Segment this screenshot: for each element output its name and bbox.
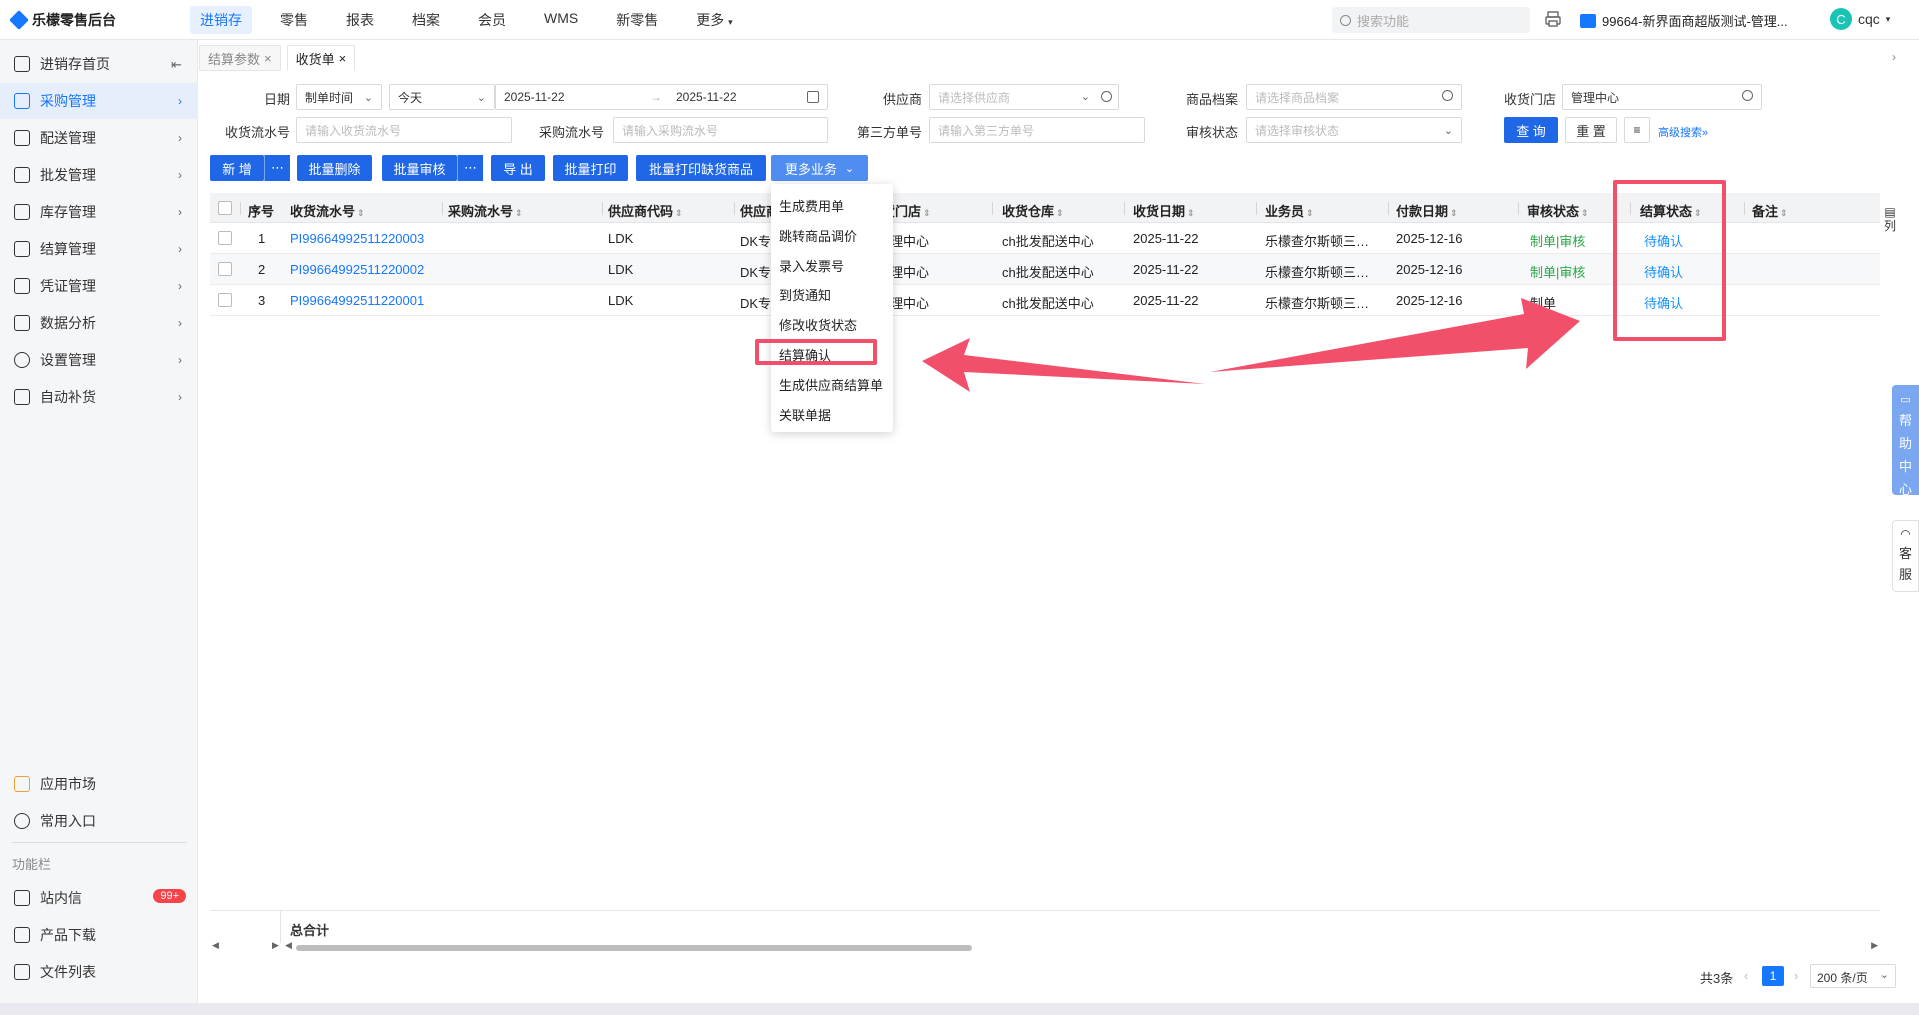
customer-service-button[interactable]: ◠ 客 服: [1892, 520, 1919, 592]
pager-current-page[interactable]: 1: [1762, 966, 1784, 986]
arrow-left-annotation: [922, 338, 1205, 392]
scroll-left-icon-2[interactable]: ▶: [272, 940, 279, 951]
service-char: 客: [1898, 546, 1912, 561]
total-label: 总合计: [290, 923, 330, 938]
scroll-left-icon-3[interactable]: ◀: [285, 940, 292, 951]
pager-prev-icon[interactable]: ‹: [1744, 968, 1748, 983]
os-taskbar: [0, 1003, 1919, 1015]
help-center-button[interactable]: ▭ 帮 助 中 心: [1892, 385, 1919, 497]
page-size-select[interactable]: 200 条/页 ⌄: [1810, 964, 1896, 988]
page-size-value: 200 条/页: [1817, 971, 1868, 985]
scroll-right-icon[interactable]: ▶: [1871, 940, 1878, 951]
pager-next-icon[interactable]: ›: [1794, 968, 1798, 983]
pager-total: 共3条: [1700, 971, 1734, 986]
help-char: 帮: [1898, 413, 1912, 428]
tabs-scroll-right-icon[interactable]: ›: [1892, 50, 1896, 64]
help-char: 助: [1898, 436, 1912, 451]
chat-icon: ▭: [1900, 394, 1911, 406]
help-char: 心: [1898, 482, 1912, 497]
scroll-left-icon[interactable]: ◀: [212, 940, 219, 951]
annotation-arrows: [922, 298, 1580, 392]
help-char: 中: [1898, 459, 1912, 474]
arrow-right-annotation: [1210, 298, 1580, 372]
vertical-divider: [280, 911, 281, 943]
service-char: 服: [1898, 567, 1912, 582]
scrollbar-thumb[interactable]: [296, 945, 972, 951]
total-row: 总合计: [210, 910, 1880, 943]
horizontal-scrollbar[interactable]: ◀ ▶ ◀ ▶: [210, 940, 1880, 954]
chevron-down-icon: ⌄: [1879, 969, 1889, 981]
headset-icon: ◠: [1900, 527, 1911, 541]
